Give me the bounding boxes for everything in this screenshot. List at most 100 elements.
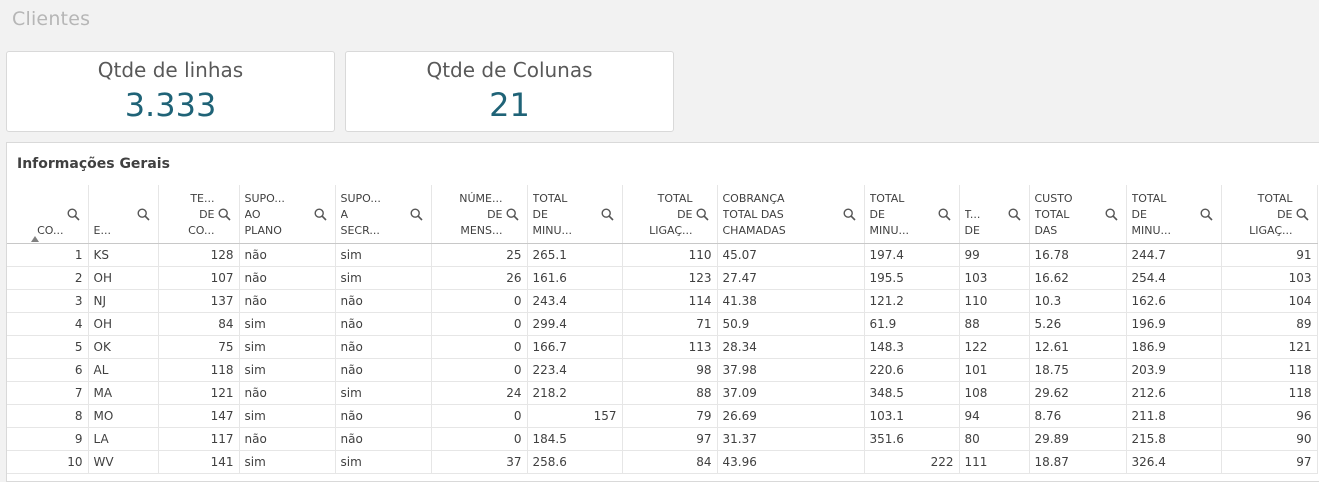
table-cell[interactable]: 5: [7, 335, 89, 359]
search-icon[interactable]: [842, 208, 856, 221]
table-cell[interactable]: 98: [622, 358, 718, 382]
table-cell[interactable]: 99: [959, 243, 1030, 267]
table-cell[interactable]: sim: [335, 381, 432, 405]
table-cell[interactable]: sim: [239, 358, 336, 382]
column-header-2[interactable]: TE... DE CO...: [158, 185, 240, 244]
search-icon[interactable]: [409, 208, 423, 221]
table-cell[interactable]: não: [239, 289, 336, 313]
table-cell[interactable]: 5.26: [1029, 312, 1127, 336]
table-cell[interactable]: 103.1: [864, 404, 960, 428]
search-icon[interactable]: [217, 208, 231, 221]
table-cell[interactable]: não: [335, 335, 432, 359]
table-cell[interactable]: 27.47: [717, 266, 865, 290]
table-cell[interactable]: não: [239, 427, 336, 451]
table-cell[interactable]: 37: [431, 450, 528, 474]
table-cell[interactable]: não: [335, 358, 432, 382]
column-header-11[interactable]: CUSTO TOTAL DAS: [1029, 185, 1127, 244]
table-row[interactable]: 10 WV 141 sim sim 37 258.6 84 43.96 222 111 18.87 32…: [7, 450, 1318, 474]
table-cell[interactable]: 0: [431, 404, 528, 428]
table-cell[interactable]: 197.4: [864, 243, 960, 267]
table-cell[interactable]: 121: [158, 381, 240, 405]
table-cell[interactable]: 122: [959, 335, 1030, 359]
table-cell[interactable]: 91: [1221, 243, 1318, 267]
column-header-5[interactable]: NÚME... DE MENS...: [431, 185, 528, 244]
table-cell[interactable]: 186.9: [1126, 335, 1222, 359]
table-cell[interactable]: WV: [88, 450, 159, 474]
table-row[interactable]: 8 MO 147 sim não 0 157 79 26.69 103.1 94 8.76 211.8 9…: [7, 404, 1318, 428]
table-cell[interactable]: 10: [7, 450, 89, 474]
table-cell[interactable]: 326.4: [1126, 450, 1222, 474]
table-cell[interactable]: sim: [239, 450, 336, 474]
table-row[interactable]: 5 OK 75 sim não 0 166.7 113 28.34 148.3 122 12.61 18…: [7, 335, 1318, 359]
table-cell[interactable]: 84: [158, 312, 240, 336]
table-cell[interactable]: não: [335, 404, 432, 428]
table-cell[interactable]: 103: [959, 266, 1030, 290]
table-row[interactable]: 3 NJ 137 não não 0 243.4 114 41.38 121.2 110 10.3 16…: [7, 289, 1318, 313]
table-cell[interactable]: 244.7: [1126, 243, 1222, 267]
search-icon[interactable]: [1199, 208, 1213, 221]
table-cell[interactable]: 8.76: [1029, 404, 1127, 428]
table-cell[interactable]: 84: [622, 450, 718, 474]
table-cell[interactable]: 71: [622, 312, 718, 336]
table-cell[interactable]: 184.5: [527, 427, 623, 451]
table-row[interactable]: 1 KS 128 não sim 25 265.1 110 45.07 197.4 99 16.78 2…: [7, 243, 1318, 267]
table-cell[interactable]: 75: [158, 335, 240, 359]
table-cell[interactable]: OH: [88, 266, 159, 290]
table-cell[interactable]: 166.7: [527, 335, 623, 359]
table-cell[interactable]: 31.37: [717, 427, 865, 451]
table-cell[interactable]: 18.87: [1029, 450, 1127, 474]
sort-ascending-icon[interactable]: [31, 235, 39, 242]
table-cell[interactable]: 10.3: [1029, 289, 1127, 313]
table-cell[interactable]: 88: [959, 312, 1030, 336]
table-cell[interactable]: não: [335, 289, 432, 313]
column-header-10[interactable]: T... DE: [959, 185, 1030, 244]
table-cell[interactable]: 195.5: [864, 266, 960, 290]
table-cell[interactable]: 26.69: [717, 404, 865, 428]
table-cell[interactable]: 97: [622, 427, 718, 451]
table-cell[interactable]: 118: [158, 358, 240, 382]
table-cell[interactable]: 0: [431, 427, 528, 451]
column-header-6[interactable]: TOTAL DE MINU...: [527, 185, 623, 244]
search-icon[interactable]: [1007, 208, 1021, 221]
table-cell[interactable]: 215.8: [1126, 427, 1222, 451]
table-cell[interactable]: OH: [88, 312, 159, 336]
table-cell[interactable]: 18.75: [1029, 358, 1127, 382]
table-cell[interactable]: 121: [1221, 335, 1318, 359]
table-cell[interactable]: 101: [959, 358, 1030, 382]
table-cell[interactable]: 161.6: [527, 266, 623, 290]
table-cell[interactable]: 113: [622, 335, 718, 359]
table-cell[interactable]: OK: [88, 335, 159, 359]
table-row[interactable]: 6 AL 118 sim não 0 223.4 98 37.98 220.6 101 18.75 20…: [7, 358, 1318, 382]
table-cell[interactable]: 25: [431, 243, 528, 267]
table-cell[interactable]: 41.38: [717, 289, 865, 313]
table-cell[interactable]: MO: [88, 404, 159, 428]
table-row[interactable]: 9 LA 117 não não 0 184.5 97 31.37 351.6 80 29.89 215…: [7, 427, 1318, 451]
search-icon[interactable]: [505, 208, 519, 221]
table-cell[interactable]: 2: [7, 266, 89, 290]
table-cell[interactable]: KS: [88, 243, 159, 267]
table-cell[interactable]: 90: [1221, 427, 1318, 451]
table-cell[interactable]: 50.9: [717, 312, 865, 336]
table-cell[interactable]: 29.62: [1029, 381, 1127, 405]
table-cell[interactable]: 162.6: [1126, 289, 1222, 313]
search-icon[interactable]: [1295, 208, 1309, 221]
column-header-7[interactable]: TOTAL DE LIGAÇ...: [622, 185, 718, 244]
table-row[interactable]: 7 MA 121 não sim 24 218.2 88 37.09 348.5 108 29.62 2…: [7, 381, 1318, 405]
search-icon[interactable]: [600, 208, 614, 221]
table-cell[interactable]: 222: [864, 450, 960, 474]
table-cell[interactable]: 108: [959, 381, 1030, 405]
table-cell[interactable]: 258.6: [527, 450, 623, 474]
table-cell[interactable]: 118: [1221, 381, 1318, 405]
table-cell[interactable]: 117: [158, 427, 240, 451]
column-header-8[interactable]: COBRANÇA TOTAL DAS CHAMADAS: [717, 185, 865, 244]
table-cell[interactable]: 254.4: [1126, 266, 1222, 290]
table-cell[interactable]: 137: [158, 289, 240, 313]
table-cell[interactable]: 196.9: [1126, 312, 1222, 336]
column-header-12[interactable]: TOTAL DE MINU...: [1126, 185, 1222, 244]
table-cell[interactable]: 89: [1221, 312, 1318, 336]
table-cell[interactable]: não: [239, 266, 336, 290]
table-cell[interactable]: não: [335, 312, 432, 336]
table-cell[interactable]: 37.98: [717, 358, 865, 382]
column-header-13[interactable]: TOTAL DE LIGAÇ...: [1221, 185, 1318, 244]
table-cell[interactable]: 61.9: [864, 312, 960, 336]
